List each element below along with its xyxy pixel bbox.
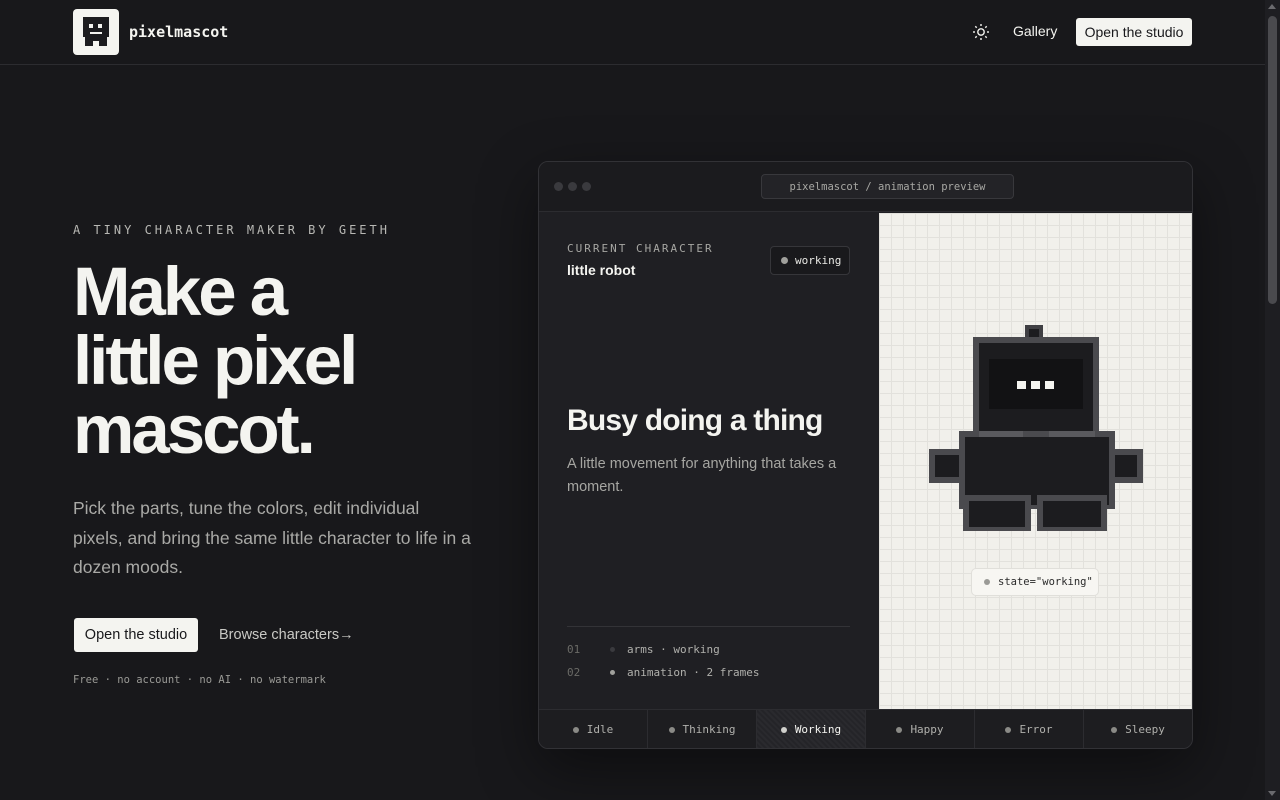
page-scrollbar[interactable]: [1265, 0, 1280, 800]
window-dot-icon: [554, 182, 563, 191]
robot-mascot-icon: [929, 325, 1143, 540]
tab-label: Idle: [586, 723, 614, 736]
row-number: 02: [567, 666, 581, 679]
state-attribute-label: state="working": [998, 576, 1093, 588]
row-number: 01: [567, 643, 581, 656]
scroll-down-arrow-icon[interactable]: [1268, 791, 1276, 796]
window-titlebar: pixelmascot / animation preview: [539, 162, 1192, 212]
detail-row: 02 animation · 2 frames: [567, 666, 759, 679]
character-name: little robot: [567, 262, 636, 278]
tab-dot-icon: [780, 726, 787, 733]
state-badge-label: working: [795, 254, 842, 267]
pixel-canvas[interactable]: state="working": [879, 213, 1192, 709]
status-dot-icon: [781, 257, 788, 264]
tab-label: Working: [794, 723, 842, 736]
hero-eyebrow: A TINY CHARACTER MAKER BY GEETH: [73, 223, 390, 237]
tab-dot-icon: [896, 726, 903, 733]
state-description: A little movement for anything that take…: [567, 456, 837, 495]
sun-icon[interactable]: [971, 22, 991, 42]
window-dot-icon: [582, 182, 591, 191]
tab-dot-icon: [1111, 726, 1118, 733]
robot-logo-icon[interactable]: [73, 9, 119, 55]
hero-fineprint: Free · no account · no AI · no watermark: [73, 674, 326, 686]
nav-gallery-link[interactable]: Gallery: [1013, 23, 1057, 39]
headline-line: Make a: [73, 253, 288, 330]
state-title: Busy doing a thing: [567, 404, 823, 437]
tab-working[interactable]: Working: [757, 710, 866, 748]
tab-label: Thinking: [682, 723, 736, 736]
tab-dot-icon: [1005, 726, 1012, 733]
state-badge: working: [770, 246, 850, 275]
character-info-pane: CURRENT CHARACTER little robot working B…: [539, 213, 879, 709]
detail-row: 01 arms · working: [567, 643, 720, 656]
animation-preview-window: pixelmascot / animation preview CURRENT …: [538, 161, 1193, 749]
tab-label: Error: [1019, 723, 1053, 736]
tab-dot-icon: [572, 726, 579, 733]
current-character-label: CURRENT CHARACTER: [567, 242, 714, 255]
row-dot-icon: [610, 670, 615, 675]
tab-error[interactable]: Error: [975, 710, 1084, 748]
row-text: animation · 2 frames: [627, 666, 760, 679]
window-url-bar: pixelmascot / animation preview: [761, 174, 1014, 199]
headline-line: mascot.: [73, 391, 316, 468]
tab-label: Happy: [910, 723, 944, 736]
row-dot-icon: [610, 647, 615, 652]
tab-label: Sleepy: [1125, 723, 1165, 736]
divider: [567, 626, 850, 627]
hero-headline: Make a little pixel mascot.: [73, 257, 493, 464]
tab-idle[interactable]: Idle: [539, 710, 648, 748]
state-attribute-tag: state="working": [971, 568, 1099, 596]
hero-subcopy: Pick the parts, tune the colors, edit in…: [73, 498, 471, 577]
tab-thinking[interactable]: Thinking: [648, 710, 757, 748]
state-tabs: Idle Thinking Working Happy Error Sleepy: [539, 709, 1192, 748]
browse-characters-label: Browse characters: [219, 627, 340, 643]
hero-open-studio-button[interactable]: Open the studio: [74, 618, 198, 652]
open-studio-button[interactable]: Open the studio: [1076, 18, 1192, 46]
arrow-right-icon: →: [339, 627, 354, 643]
scroll-thumb[interactable]: [1268, 16, 1277, 304]
brand-name[interactable]: pixelmascot: [129, 23, 228, 41]
headline-line: little pixel: [73, 322, 358, 399]
row-text: arms · working: [627, 643, 720, 656]
tab-happy[interactable]: Happy: [866, 710, 975, 748]
tab-sleepy[interactable]: Sleepy: [1084, 710, 1192, 748]
site-header: pixelmascot Gallery Open the studio: [0, 0, 1265, 65]
tab-dot-icon: [668, 726, 675, 733]
browse-characters-link[interactable]: Browse characters→: [219, 627, 354, 643]
status-dot-icon: [984, 579, 990, 585]
scroll-up-arrow-icon[interactable]: [1268, 4, 1276, 9]
window-dot-icon: [568, 182, 577, 191]
